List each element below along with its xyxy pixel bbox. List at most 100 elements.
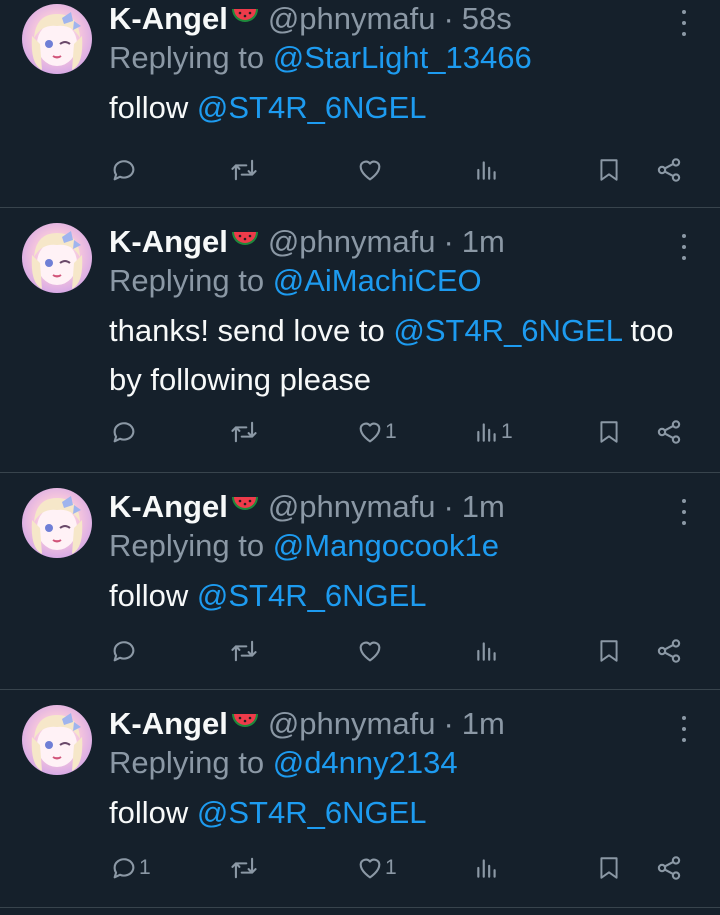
separator-dot: ·: [443, 706, 454, 741]
author-handle[interactable]: @phnymafu: [268, 1, 436, 37]
replying-line: Replying to @AiMachiCEO: [109, 261, 660, 301]
mention-link[interactable]: @ST4R_6NGEL: [197, 578, 427, 613]
replying-to-link[interactable]: @Mangocook1e: [273, 528, 499, 563]
views-icon: [477, 859, 496, 878]
repost-button[interactable]: [229, 637, 260, 665]
repost-icon: [231, 857, 257, 879]
tweet-text-before: follow: [109, 90, 189, 125]
bookmark-button[interactable]: [596, 637, 622, 665]
repost-button[interactable]: [229, 418, 260, 446]
reply-button[interactable]: 1: [110, 854, 151, 882]
watermelon-icon: [230, 5, 260, 34]
repost-button[interactable]: [229, 156, 260, 184]
replying-prefix: Replying to: [109, 263, 265, 298]
bookmark-button[interactable]: [596, 156, 622, 184]
share-button[interactable]: [655, 418, 683, 446]
author-name[interactable]: K-Angel: [109, 224, 228, 260]
author-name[interactable]: K-Angel: [109, 706, 228, 742]
share-icon: [657, 158, 681, 182]
action-bar: 1 1: [0, 854, 720, 884]
mention-link[interactable]: @ST4R_6NGEL: [197, 90, 427, 125]
like-button[interactable]: [356, 156, 385, 184]
tweet[interactable]: K-Angel @phnymafu · 1m Replying to @AiMa…: [0, 208, 720, 473]
timestamp[interactable]: 58s: [462, 1, 512, 37]
like-button[interactable]: 1: [356, 854, 397, 882]
share-icon: [657, 420, 681, 444]
timestamp[interactable]: 1m: [462, 224, 505, 260]
avatar[interactable]: [22, 223, 92, 293]
bookmark-button[interactable]: [596, 418, 622, 446]
views-button[interactable]: [474, 637, 501, 665]
heart-icon: [359, 641, 381, 662]
tweet[interactable]: K-Angel @phnymafu · 58s Replying to @Sta…: [0, 0, 720, 208]
timestamp[interactable]: 1m: [462, 706, 505, 742]
like-count: 1: [385, 420, 397, 443]
reply-count: 1: [139, 856, 151, 879]
replying-to-link[interactable]: @AiMachiCEO: [273, 263, 482, 298]
like-button[interactable]: 1: [356, 418, 397, 446]
avatar[interactable]: [22, 705, 92, 775]
bookmark-button[interactable]: [596, 854, 622, 882]
reply-icon: [113, 160, 135, 181]
timestamp[interactable]: 1m: [462, 489, 505, 525]
share-button[interactable]: [655, 156, 683, 184]
mention-link[interactable]: @ST4R_6NGEL: [393, 313, 621, 348]
bookmark-icon: [600, 857, 618, 879]
tweet[interactable]: K-Angel @phnymafu · 1m Replying to @d4nn…: [0, 690, 720, 908]
separator-dot: ·: [443, 1, 454, 36]
replying-to-link[interactable]: @StarLight_13466: [273, 40, 532, 75]
action-bar: [0, 156, 720, 186]
replying-prefix: Replying to: [109, 40, 265, 75]
tweet-text: follow @ST4R_6NGEL: [109, 83, 660, 132]
share-icon: [657, 856, 681, 880]
repost-button[interactable]: [229, 854, 260, 882]
views-button[interactable]: [474, 854, 501, 882]
more-options-icon[interactable]: [674, 234, 694, 260]
tweet[interactable]: K-Angel @phnymafu · 1m Replying to @Mang…: [0, 473, 720, 690]
views-count: 1: [501, 420, 513, 443]
views-button[interactable]: 1: [474, 418, 513, 446]
mention-link[interactable]: @ST4R_6NGEL: [197, 795, 427, 830]
tweet-text-before: follow: [109, 578, 189, 613]
repost-icon: [231, 421, 257, 443]
views-icon: [477, 642, 496, 661]
reply-button[interactable]: [110, 156, 139, 184]
more-options-icon[interactable]: [674, 499, 694, 525]
author-handle[interactable]: @phnymafu: [268, 706, 436, 742]
heart-icon: [359, 858, 381, 879]
replying-prefix: Replying to: [109, 745, 265, 780]
reply-icon: [113, 858, 135, 879]
reply-icon: [113, 641, 135, 662]
replying-line: Replying to @Mangocook1e: [109, 526, 660, 566]
share-button[interactable]: [655, 637, 683, 665]
reply-button[interactable]: [110, 418, 139, 446]
like-button[interactable]: [356, 637, 385, 665]
like-count: 1: [385, 856, 397, 879]
replying-prefix: Replying to: [109, 528, 265, 563]
avatar[interactable]: [22, 4, 92, 74]
replying-to-link[interactable]: @d4nny2134: [273, 745, 458, 780]
more-options-icon[interactable]: [674, 716, 694, 742]
tweet-text: follow @ST4R_6NGEL: [109, 571, 660, 620]
avatar[interactable]: [22, 488, 92, 558]
author-handle[interactable]: @phnymafu: [268, 489, 436, 525]
replying-line: Replying to @d4nny2134: [109, 743, 660, 783]
bookmark-icon: [600, 640, 618, 662]
more-options-icon[interactable]: [674, 10, 694, 36]
tweet-text-before: thanks! send love to: [109, 313, 385, 348]
replying-line: Replying to @StarLight_13466: [109, 38, 660, 78]
author-handle[interactable]: @phnymafu: [268, 224, 436, 260]
views-button[interactable]: [474, 156, 501, 184]
watermelon-icon: [230, 710, 260, 739]
action-bar: 1 1: [0, 418, 720, 448]
author-name[interactable]: K-Angel: [109, 1, 228, 37]
tweet-text-before: follow: [109, 795, 189, 830]
author-name[interactable]: K-Angel: [109, 489, 228, 525]
reply-icon: [113, 422, 135, 443]
watermelon-icon: [230, 493, 260, 522]
reply-button[interactable]: [110, 637, 139, 665]
separator-dot: ·: [443, 224, 454, 259]
share-button[interactable]: [655, 854, 683, 882]
share-icon: [657, 639, 681, 663]
timeline-feed: K-Angel @phnymafu · 58s Replying to @Sta…: [0, 0, 720, 908]
